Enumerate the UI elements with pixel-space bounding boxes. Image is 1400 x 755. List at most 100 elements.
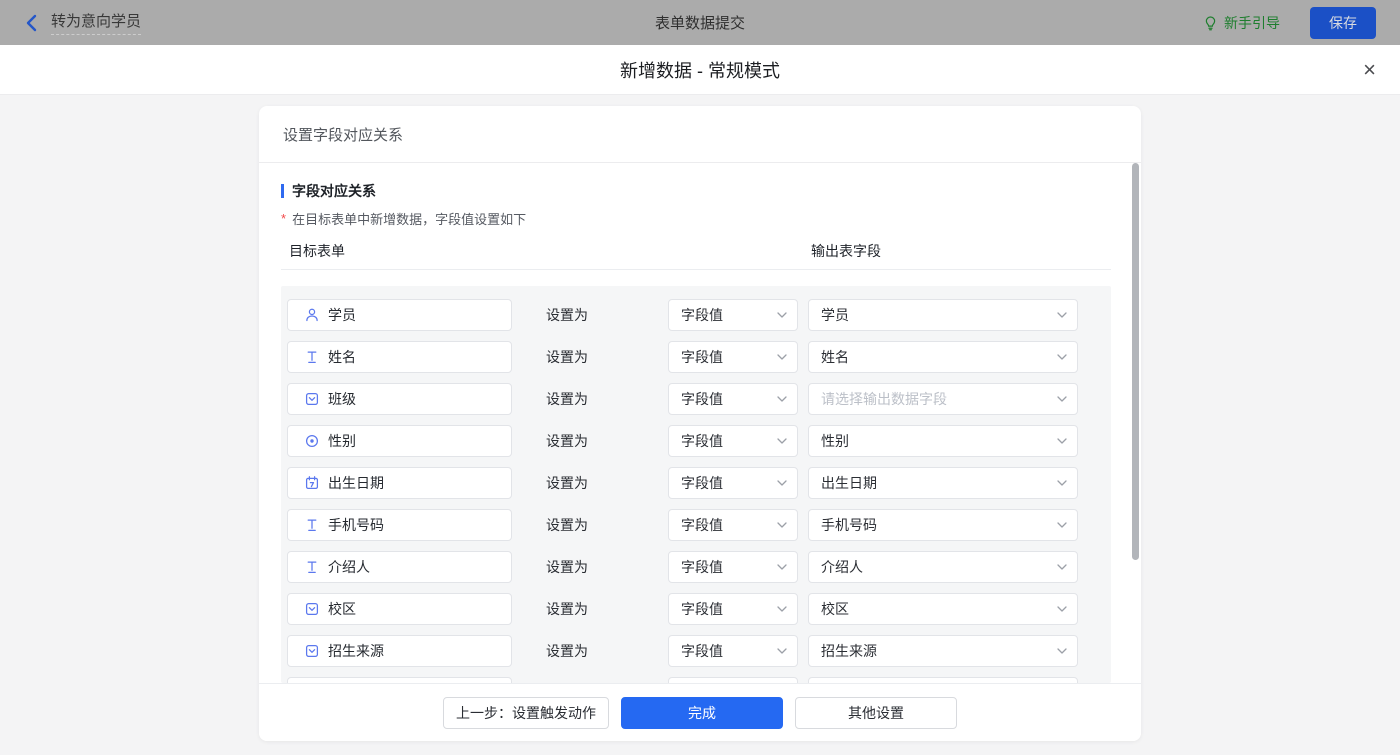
chevron-down-icon: [777, 480, 787, 486]
field-mapping-row: 姓名 设置为 字段值 姓名: [287, 341, 1111, 373]
value-mode-selected: 字段值: [681, 559, 723, 575]
target-field-box: 校区: [287, 593, 512, 625]
chevron-down-icon: [777, 312, 787, 318]
other-settings-button[interactable]: 其他设置: [795, 696, 957, 729]
output-field-selected: 请选择输出数据字段: [821, 391, 947, 407]
value-mode-select[interactable]: 字段值: [668, 509, 798, 541]
output-field-select[interactable]: 学员: [808, 299, 1078, 331]
target-field-label: 出生日期: [328, 475, 384, 491]
target-field-box: 介绍人: [287, 551, 512, 583]
set-as-label: 设置为: [546, 475, 588, 491]
value-mode-select[interactable]: 字段值: [668, 383, 798, 415]
output-field-select[interactable]: 出生日期: [808, 467, 1078, 499]
beginner-guide-button[interactable]: 新手引导: [1203, 13, 1280, 33]
finish-button[interactable]: 完成: [621, 696, 783, 729]
section-subtitle: * 在目标表单中新增数据，字段值设置如下: [281, 210, 527, 227]
chevron-down-icon: [1057, 564, 1067, 570]
column-headers: 目标表单 输出表字段: [281, 241, 1141, 261]
modal-title: 新增数据 - 常规模式: [620, 60, 780, 81]
set-as-label: 设置为: [546, 391, 588, 407]
chevron-down-icon: [777, 354, 787, 360]
set-as-label: 设置为: [546, 601, 588, 617]
output-field-select[interactable]: 姓名: [808, 341, 1078, 373]
target-field-label: 班级: [328, 391, 356, 407]
chevron-down-icon: [1057, 396, 1067, 402]
value-mode-select[interactable]: 字段值: [668, 635, 798, 667]
field-mapping-card: 设置字段对应关系 字段对应关系 * 在目标表单中新增数据，字段值设置如下 目标表…: [259, 106, 1141, 741]
text-field-icon: [307, 519, 317, 532]
section-title: 字段对应关系: [281, 183, 1141, 199]
column-header-target-form: 目标表单: [289, 243, 345, 259]
top-bar: 转为意向学员 表单数据提交 新手引导 保存: [0, 0, 1400, 45]
target-field-box: 学员: [287, 299, 512, 331]
output-field-selected: 姓名: [821, 349, 849, 365]
target-field-box: 出生日期: [287, 467, 512, 499]
chevron-down-icon: [777, 564, 787, 570]
output-field-select[interactable]: 性别: [808, 425, 1078, 457]
chevron-down-icon: [1057, 648, 1067, 654]
chevron-down-icon: [1057, 312, 1067, 318]
field-mapping-row: 学员 设置为 字段值 学员: [287, 299, 1111, 331]
value-mode-select[interactable]: 字段值: [668, 551, 798, 583]
value-mode-selected: 字段值: [681, 517, 723, 533]
text-field-icon: [307, 351, 317, 364]
chevron-down-icon: [777, 438, 787, 444]
field-mapping-row: 手机号码 设置为 字段值 手机号码: [287, 509, 1111, 541]
value-mode-select[interactable]: 字段值: [668, 467, 798, 499]
output-field-select[interactable]: 招生来源: [808, 635, 1078, 667]
target-field-label: 性别: [328, 433, 356, 449]
previous-step-button[interactable]: 上一步：设置触发动作: [443, 696, 609, 729]
user-icon: [306, 308, 318, 322]
target-field-box: 招生来源: [287, 635, 512, 667]
dropdown-field-icon: [305, 392, 319, 406]
value-mode-selected: 字段值: [681, 643, 723, 659]
target-field-box: 性别: [287, 425, 512, 457]
value-mode-select[interactable]: 字段值: [668, 593, 798, 625]
text-field-icon: [307, 561, 317, 574]
lightbulb-icon: [1205, 15, 1216, 30]
field-mapping-row: 出生日期 设置为 字段值 出生日期: [287, 467, 1111, 499]
value-mode-selected: 字段值: [681, 475, 723, 491]
value-mode-select[interactable]: 字段值: [668, 425, 798, 457]
target-field-label: 校区: [328, 601, 356, 617]
chevron-down-icon: [1057, 606, 1067, 612]
dropdown-field-icon: [305, 644, 319, 658]
flow-name-label[interactable]: 转为意向学员: [51, 10, 142, 35]
set-as-label: 设置为: [546, 307, 588, 323]
chevron-down-icon: [777, 648, 787, 654]
output-field-selected: 介绍人: [821, 559, 863, 575]
output-field-select[interactable]: 请选择输出数据字段: [808, 383, 1078, 415]
set-as-label: 设置为: [546, 433, 588, 449]
chevron-left-icon: [26, 14, 37, 31]
field-mapping-row: 班级 设置为 字段值 请选择输出数据字段: [287, 383, 1111, 415]
divider: [281, 269, 1111, 270]
card-body: 字段对应关系 * 在目标表单中新增数据，字段值设置如下 目标表单 输出表字段 学…: [259, 163, 1141, 683]
field-mapping-row: 介绍人 设置为 字段值 介绍人: [287, 551, 1111, 583]
output-field-selected: 性别: [821, 433, 849, 449]
chevron-down-icon: [1057, 522, 1067, 528]
output-field-selected: 招生来源: [821, 643, 877, 659]
output-field-select[interactable]: 介绍人: [808, 551, 1078, 583]
dropdown-field-icon: [305, 602, 319, 616]
rows-panel: 学员 设置为 字段值 学员 姓名 设置为 字段值 姓名 班级 设置为 字段值 请…: [281, 286, 1111, 683]
modal-body: 设置字段对应关系 字段对应关系 * 在目标表单中新增数据，字段值设置如下 目标表…: [0, 95, 1400, 755]
card-header-title: 设置字段对应关系: [259, 106, 1141, 163]
card-footer: 上一步：设置触发动作 完成 其他设置: [259, 683, 1141, 741]
set-as-label: 设置为: [546, 559, 588, 575]
save-button[interactable]: 保存: [1310, 6, 1376, 39]
value-mode-select[interactable]: 字段值: [668, 341, 798, 373]
field-mapping-row: 性别 设置为 字段值 性别: [287, 425, 1111, 457]
page-title: 表单数据提交: [654, 15, 746, 32]
back-button[interactable]: 转为意向学员: [24, 10, 142, 35]
output-field-selected: 手机号码: [821, 517, 877, 533]
output-field-select[interactable]: 手机号码: [808, 509, 1078, 541]
target-field-label: 手机号码: [328, 517, 384, 533]
value-mode-select[interactable]: 字段值: [668, 299, 798, 331]
chevron-down-icon: [777, 522, 787, 528]
calendar-field-icon: [305, 476, 319, 490]
output-field-select[interactable]: 校区: [808, 593, 1078, 625]
close-button[interactable]: ×: [1363, 58, 1376, 81]
target-field-label: 招生来源: [328, 643, 384, 659]
scrollbar-thumb[interactable]: [1132, 163, 1139, 560]
modal-header: 新增数据 - 常规模式 ×: [0, 45, 1400, 95]
